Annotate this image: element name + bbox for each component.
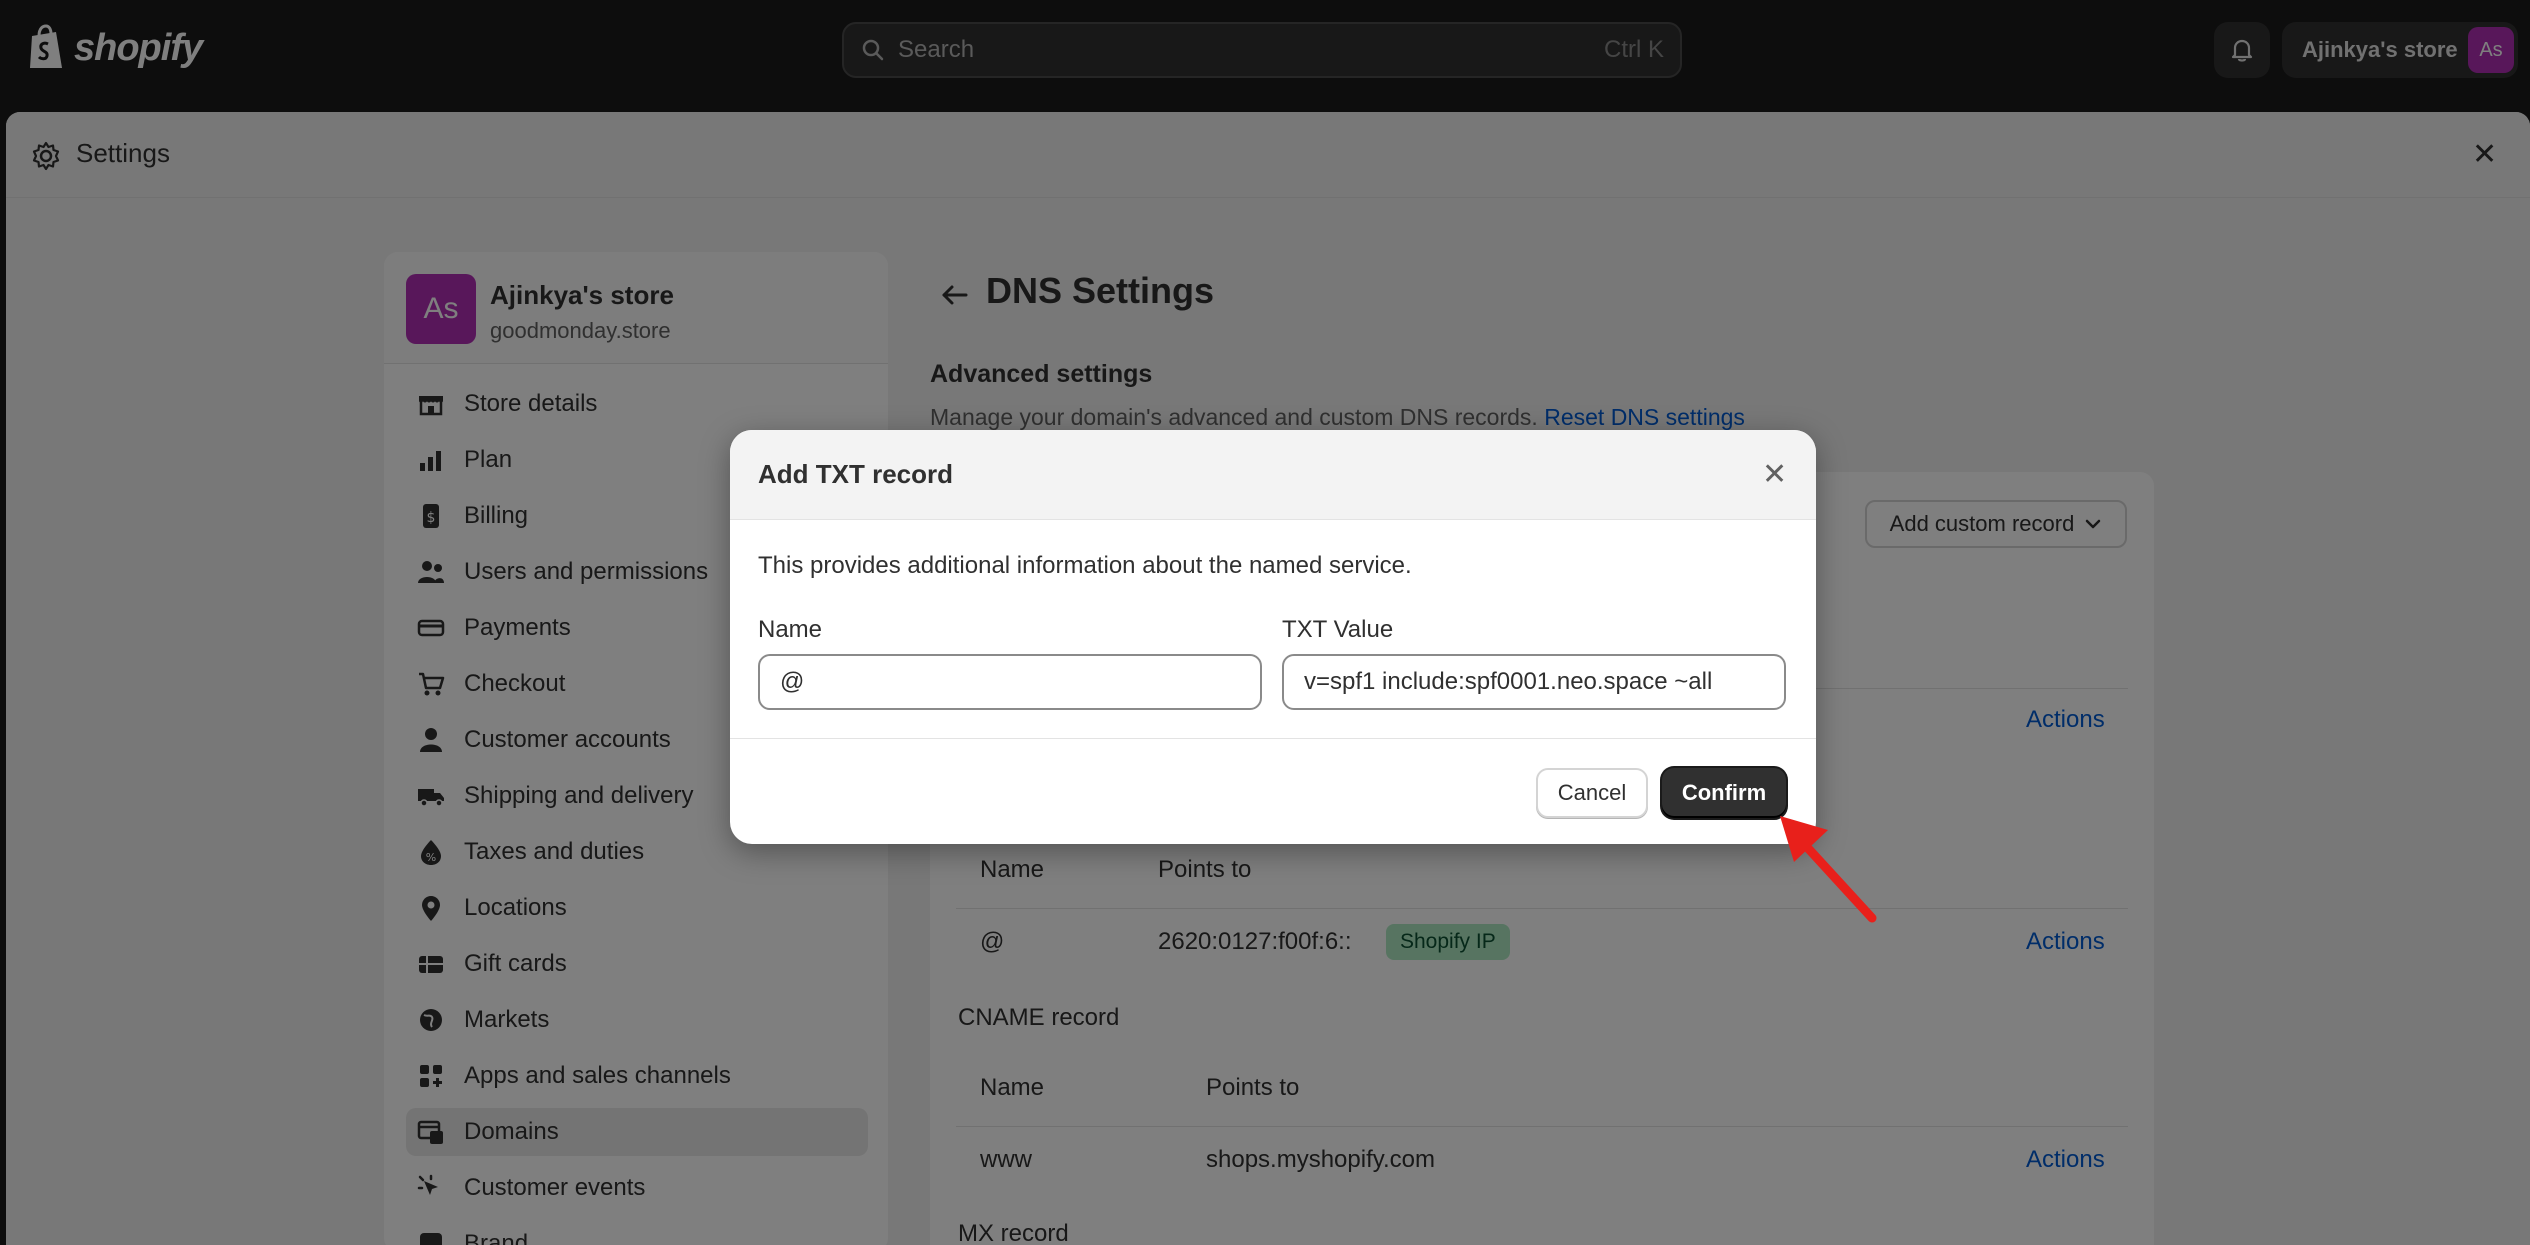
modal-description: This provides additional information abo… bbox=[758, 552, 1412, 579]
txt-value-field[interactable] bbox=[1282, 654, 1786, 710]
close-icon[interactable]: ✕ bbox=[1762, 460, 1787, 490]
cancel-button[interactable]: Cancel bbox=[1536, 768, 1648, 818]
annotation-arrow-icon bbox=[1780, 816, 1877, 923]
modal-title: Add TXT record bbox=[758, 459, 954, 489]
confirm-button[interactable]: Confirm bbox=[1662, 768, 1786, 818]
modal-header: Add TXT record ✕ bbox=[730, 430, 1816, 520]
name-field-label: Name bbox=[758, 616, 823, 643]
name-field[interactable] bbox=[758, 654, 1262, 710]
txt-value-field-label: TXT Value bbox=[1282, 616, 1394, 643]
divider bbox=[730, 738, 1816, 739]
add-txt-record-modal: Add TXT record ✕ This provides additiona… bbox=[730, 430, 1816, 844]
